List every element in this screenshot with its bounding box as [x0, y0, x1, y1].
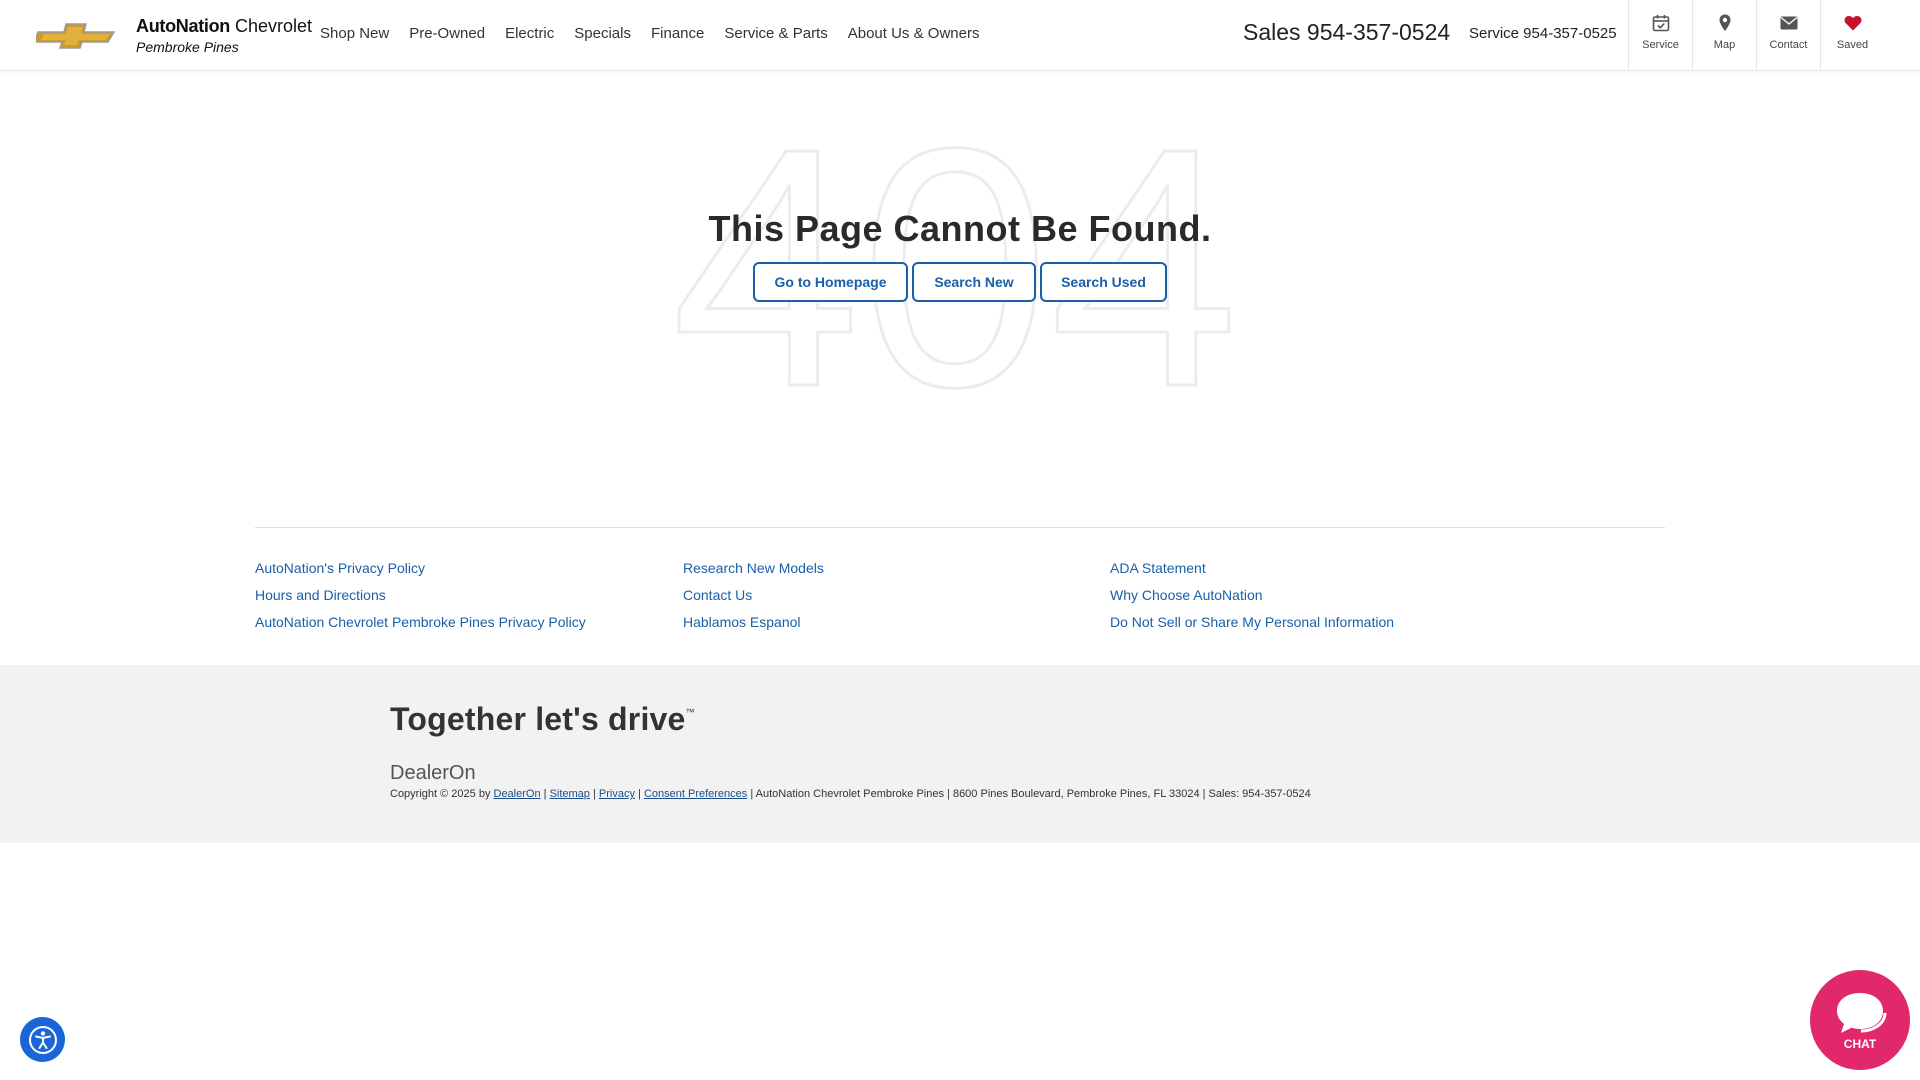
error-404-background: 404 [655, 77, 1255, 460]
site-header: AutoNation Chevrolet Pembroke Pines Shop… [0, 0, 1920, 71]
nav-service-parts[interactable]: Service & Parts [724, 25, 827, 42]
copyright-link-sitemap[interactable]: Sitemap [550, 788, 590, 800]
map-pin-icon [1719, 14, 1730, 31]
copyright-line: Copyright © 2025 by DealerOn | Sitemap |… [390, 788, 1311, 800]
dealer-brand[interactable]: AutoNation Chevrolet Pembroke Pines [136, 16, 312, 55]
footer-link-ada-statement[interactable]: ADA Statement [1110, 555, 1394, 582]
footer-links-col-2: Research New Models Contact Us Hablamos … [683, 555, 824, 636]
trademark-mark: ™ [685, 707, 695, 717]
nav-pre-owned[interactable]: Pre-Owned [409, 25, 485, 42]
footer-link-hablamos-espanol[interactable]: Hablamos Espanol [683, 609, 824, 636]
search-used-button[interactable]: Search Used [1040, 262, 1167, 302]
chat-bubble-icon [1837, 993, 1887, 1033]
accessibility-button[interactable] [20, 1017, 65, 1062]
sales-phone[interactable]: Sales 954-357-0524 [1243, 19, 1450, 46]
error-actions: Go to Homepage Search New Search Used [753, 262, 1167, 302]
dealeron-logo[interactable]: DealerOn [390, 762, 476, 785]
brand-location: Pembroke Pines [136, 39, 239, 55]
service-phone[interactable]: Service 954-357-0525 [1469, 25, 1617, 42]
accessibility-icon [28, 1025, 57, 1054]
footer-divider [255, 527, 1665, 528]
footer-link-do-not-sell[interactable]: Do Not Sell or Share My Personal Informa… [1110, 609, 1394, 636]
go-to-homepage-button[interactable]: Go to Homepage [753, 262, 908, 302]
envelope-icon [1780, 16, 1797, 30]
header-map-label: Map [1713, 39, 1736, 51]
chat-label: CHAT [1843, 1037, 1877, 1051]
nav-about-us-owners[interactable]: About Us & Owners [848, 25, 980, 42]
page-title: This Page Cannot Be Found. [708, 208, 1212, 249]
footer-band [0, 665, 1920, 843]
heart-icon [1844, 15, 1861, 31]
footer-link-autonation-privacy[interactable]: AutoNation's Privacy Policy [255, 555, 586, 582]
nav-specials[interactable]: Specials [574, 25, 631, 42]
main-nav: Shop New Pre-Owned Electric Specials Fin… [320, 25, 999, 42]
copyright-link-consent-preferences[interactable]: Consent Preferences [644, 788, 747, 800]
header-map-button[interactable]: Map [1692, 0, 1756, 71]
brand-name: AutoNation Chevrolet [136, 16, 313, 36]
header-service-button[interactable]: Service [1628, 0, 1692, 71]
header-saved-label: Saved [1836, 39, 1869, 51]
header-contact-label: Contact [1769, 39, 1808, 51]
calendar-check-icon [1652, 15, 1669, 32]
header-saved-button[interactable]: Saved [1820, 0, 1884, 71]
footer-links-col-3: ADA Statement Why Choose AutoNation Do N… [1110, 555, 1394, 636]
chat-button[interactable]: CHAT [1810, 970, 1910, 1070]
error-code-outline: 404 [671, 105, 1238, 405]
footer-link-contact-us[interactable]: Contact Us [683, 582, 824, 609]
search-new-button[interactable]: Search New [912, 262, 1036, 302]
nav-shop-new[interactable]: Shop New [320, 25, 389, 42]
footer-link-why-choose-autonation[interactable]: Why Choose AutoNation [1110, 582, 1394, 609]
nav-electric[interactable]: Electric [505, 25, 554, 42]
footer-link-dealer-privacy[interactable]: AutoNation Chevrolet Pembroke Pines Priv… [255, 609, 586, 636]
chevrolet-bowtie-logo[interactable] [36, 20, 116, 50]
header-service-label: Service [1642, 39, 1679, 51]
header-contact-button[interactable]: Contact [1756, 0, 1820, 71]
copyright-link-privacy[interactable]: Privacy [599, 788, 635, 800]
footer-link-research-new-models[interactable]: Research New Models [683, 555, 824, 582]
footer-link-hours-directions[interactable]: Hours and Directions [255, 582, 586, 609]
nav-finance[interactable]: Finance [651, 25, 704, 42]
copyright-link-dealeron[interactable]: DealerOn [494, 788, 541, 800]
footer-tagline: Together let's drive™ [390, 701, 695, 737]
footer-links-col-1: AutoNation's Privacy Policy Hours and Di… [255, 555, 586, 636]
